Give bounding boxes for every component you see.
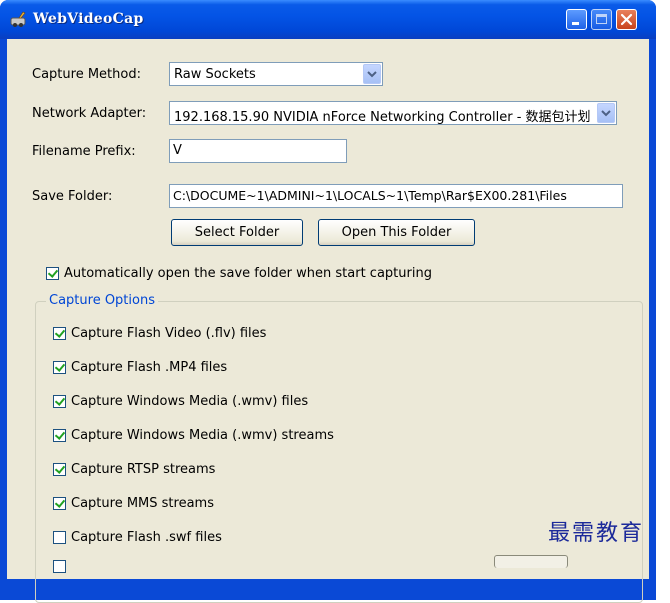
capture-option-row[interactable]: Capture Windows Media (.wmv) streams — [53, 426, 334, 444]
capture-option-label: Capture Windows Media (.wmv) streams — [71, 427, 334, 443]
capture-option-label: Capture Flash .MP4 files — [71, 359, 228, 375]
capture-option-row[interactable]: Capture Flash Video (.flv) files — [53, 324, 266, 342]
capture-option-row[interactable]: Capture Windows Media (.wmv) files — [53, 392, 308, 410]
partial-checkbox[interactable] — [53, 559, 66, 573]
maximize-icon — [596, 14, 607, 24]
capture-option-label: Capture Flash Video (.flv) files — [71, 325, 267, 341]
close-icon — [620, 13, 633, 26]
chevron-down-icon[interactable] — [597, 103, 615, 123]
close-button[interactable] — [616, 9, 637, 30]
watermark-text: 最需教育 — [548, 521, 645, 546]
auto-open-option[interactable]: Automatically open the save folder when … — [46, 264, 432, 282]
title-bar[interactable]: WebVideoCap — [0, 0, 656, 39]
app-icon — [10, 11, 26, 27]
chevron-down-icon[interactable] — [363, 64, 381, 84]
partial-option[interactable] — [53, 557, 71, 575]
network-adapter-select[interactable]: 192.168.15.90 NVIDIA nForce Networking C… — [169, 101, 617, 125]
capture-option-label: Capture RTSP streams — [71, 461, 216, 477]
capture-option-checkbox[interactable] — [53, 530, 66, 544]
window-title: WebVideoCap — [33, 11, 144, 27]
capture-option-row[interactable]: Capture Flash .MP4 files — [53, 358, 227, 376]
capture-options-title: Capture Options — [46, 293, 158, 308]
maximize-button[interactable] — [591, 9, 612, 30]
filename-prefix-label: Filename Prefix: — [32, 144, 136, 159]
capture-method-select[interactable]: Raw Sockets — [169, 62, 383, 86]
capture-option-row[interactable]: Capture RTSP streams — [53, 460, 215, 478]
capture-method-value: Raw Sockets — [174, 67, 256, 82]
capture-option-row[interactable]: Capture MMS streams — [53, 494, 214, 512]
capture-option-label: Capture Flash .swf files — [71, 529, 222, 545]
select-folder-button[interactable]: Select Folder — [171, 219, 303, 246]
open-folder-button[interactable]: Open This Folder — [318, 219, 475, 246]
capture-option-checkbox[interactable] — [53, 462, 66, 476]
capture-option-label: Capture Windows Media (.wmv) files — [71, 393, 309, 409]
capture-option-checkbox[interactable] — [53, 326, 66, 340]
network-adapter-value: 192.168.15.90 NVIDIA nForce Networking C… — [174, 110, 591, 125]
capture-option-checkbox[interactable] — [53, 496, 66, 510]
network-adapter-label: Network Adapter: — [32, 106, 147, 121]
auto-open-checkbox[interactable] — [46, 266, 59, 280]
filename-prefix-input[interactable]: V — [169, 139, 347, 163]
minimize-icon — [572, 22, 579, 25]
capture-option-row[interactable]: Capture Flash .swf files — [53, 528, 222, 546]
capture-option-checkbox[interactable] — [53, 394, 66, 408]
save-folder-input[interactable]: C:\DOCUME~1\ADMINI~1\LOCALS~1\Temp\Rar$E… — [169, 184, 623, 208]
capture-method-label: Capture Method: — [32, 67, 141, 82]
capture-option-label: Capture MMS streams — [71, 495, 214, 511]
auto-open-label: Automatically open the save folder when … — [64, 265, 432, 281]
save-folder-label: Save Folder: — [32, 189, 113, 204]
capture-option-checkbox[interactable] — [53, 360, 66, 374]
minimize-button[interactable] — [566, 9, 587, 30]
capture-option-checkbox[interactable] — [53, 428, 66, 442]
